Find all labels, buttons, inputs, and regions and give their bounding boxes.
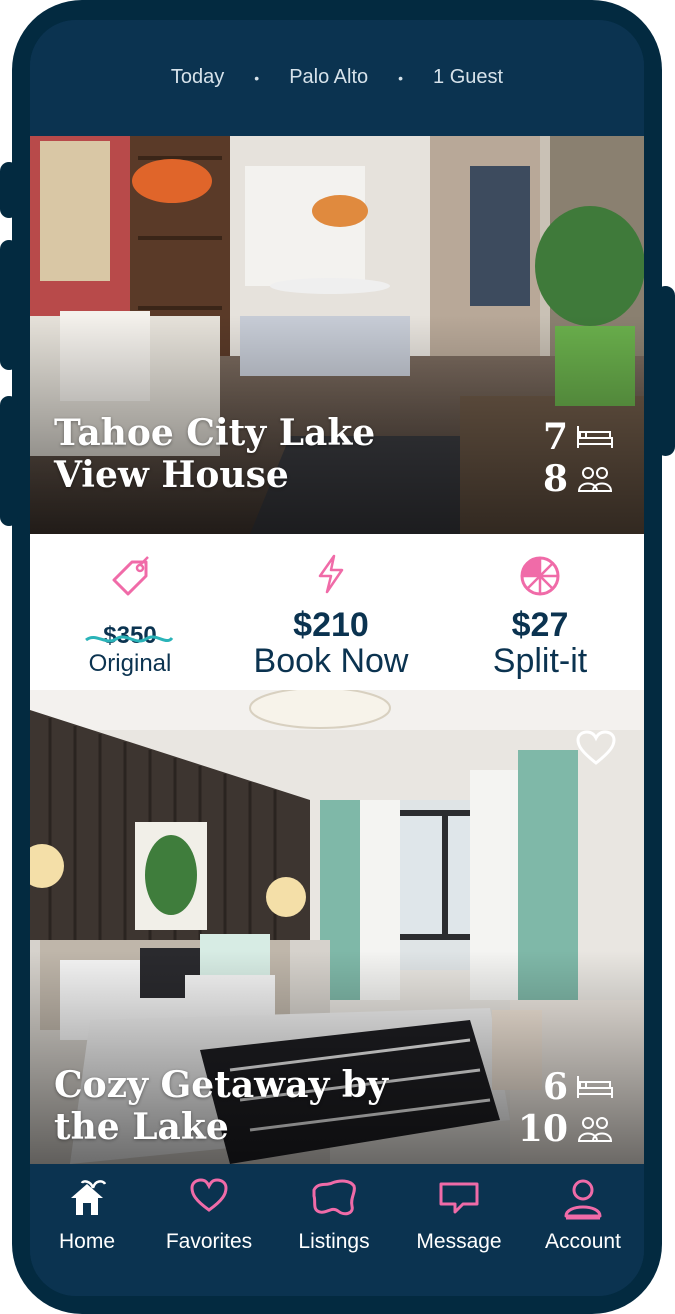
listing-title-line: the Lake — [54, 1106, 229, 1148]
price-options: $350 Original $210 Book Now $27 Split-it — [30, 534, 644, 690]
side-button-volume-down — [0, 396, 18, 526]
strikethrough-squiggle — [85, 635, 174, 643]
nav-favorites[interactable]: Favorites — [154, 1178, 264, 1258]
separator-dot: • — [254, 69, 260, 86]
guest-count: 8 — [543, 458, 614, 500]
search-date[interactable]: Today — [171, 66, 224, 89]
nav-message[interactable]: Message — [404, 1178, 514, 1258]
listing-card-photo[interactable]: Tahoe City Lake View House 7 8 — [30, 136, 644, 534]
bed-count-value: 6 — [542, 1066, 568, 1108]
nav-favorites-label: Favorites — [165, 1230, 253, 1253]
side-button-mute — [0, 162, 18, 218]
guest-count: 10 — [518, 1108, 614, 1150]
nav-home-label: Home — [58, 1230, 116, 1253]
guests-icon — [577, 467, 613, 492]
side-button-volume-up — [0, 240, 18, 370]
split-it-button[interactable]: $27 Split-it — [460, 534, 620, 690]
listing-title[interactable]: Cozy Getaway by the Lake — [54, 1064, 388, 1148]
book-now-button[interactable]: $210 Book Now — [226, 534, 436, 690]
listing-title-line: View House — [54, 454, 289, 496]
listing-title-line: Cozy Getaway by — [54, 1064, 389, 1106]
search-location[interactable]: Palo Alto — [289, 66, 368, 89]
heart-icon — [190, 1178, 228, 1212]
nav-account-label: Account — [545, 1230, 621, 1253]
nav-account[interactable]: Account — [528, 1178, 638, 1258]
separator-dot: • — [398, 69, 404, 86]
side-button-power — [656, 286, 675, 456]
book-now-label: Book Now — [253, 642, 409, 680]
bed-count-value: 7 — [542, 416, 568, 458]
split-it-price: $27 — [511, 606, 569, 644]
bed-count: 7 — [543, 416, 614, 458]
original-price-value: $350 — [50, 622, 210, 650]
search-summary-bar[interactable]: Today • Palo Alto • 1 Guest — [30, 20, 644, 136]
nav-listings[interactable]: Listings — [279, 1178, 389, 1258]
listing-title[interactable]: Tahoe City Lake View House — [54, 412, 375, 496]
original-price: $350 Original — [50, 534, 210, 690]
search-guests[interactable]: 1 Guest — [433, 66, 503, 89]
bed-icon — [577, 1076, 613, 1098]
listing-title-line: Tahoe City Lake — [54, 412, 376, 454]
nav-listings-label: Listings — [298, 1230, 370, 1253]
message-icon — [439, 1182, 479, 1214]
guest-count-value: 10 — [517, 1108, 568, 1150]
original-price-label: Original — [88, 650, 172, 677]
account-icon — [564, 1179, 602, 1220]
listing-card-photo[interactable]: Cozy Getaway by the Lake 6 10 — [30, 690, 644, 1164]
nav-message-label: Message — [416, 1230, 502, 1253]
listings-icon — [312, 1179, 356, 1216]
bed-count: 6 — [543, 1066, 614, 1108]
bottom-navigation: Home Favorites Listings Message Account — [30, 1164, 644, 1296]
app-screen: Today • Palo Alto • 1 Guest Tahoe City L… — [30, 20, 644, 1296]
lightning-icon — [318, 554, 344, 594]
guest-count-value: 8 — [542, 458, 568, 500]
guests-icon — [577, 1117, 613, 1142]
nav-home[interactable]: Home — [32, 1178, 142, 1258]
split-it-label: Split-it — [492, 642, 588, 680]
split-pie-icon — [520, 556, 560, 596]
favorite-heart-icon[interactable] — [576, 730, 616, 766]
home-icon — [71, 1180, 107, 1215]
bed-icon — [577, 426, 613, 448]
price-tag-icon — [112, 556, 149, 596]
book-now-price: $210 — [293, 606, 369, 644]
